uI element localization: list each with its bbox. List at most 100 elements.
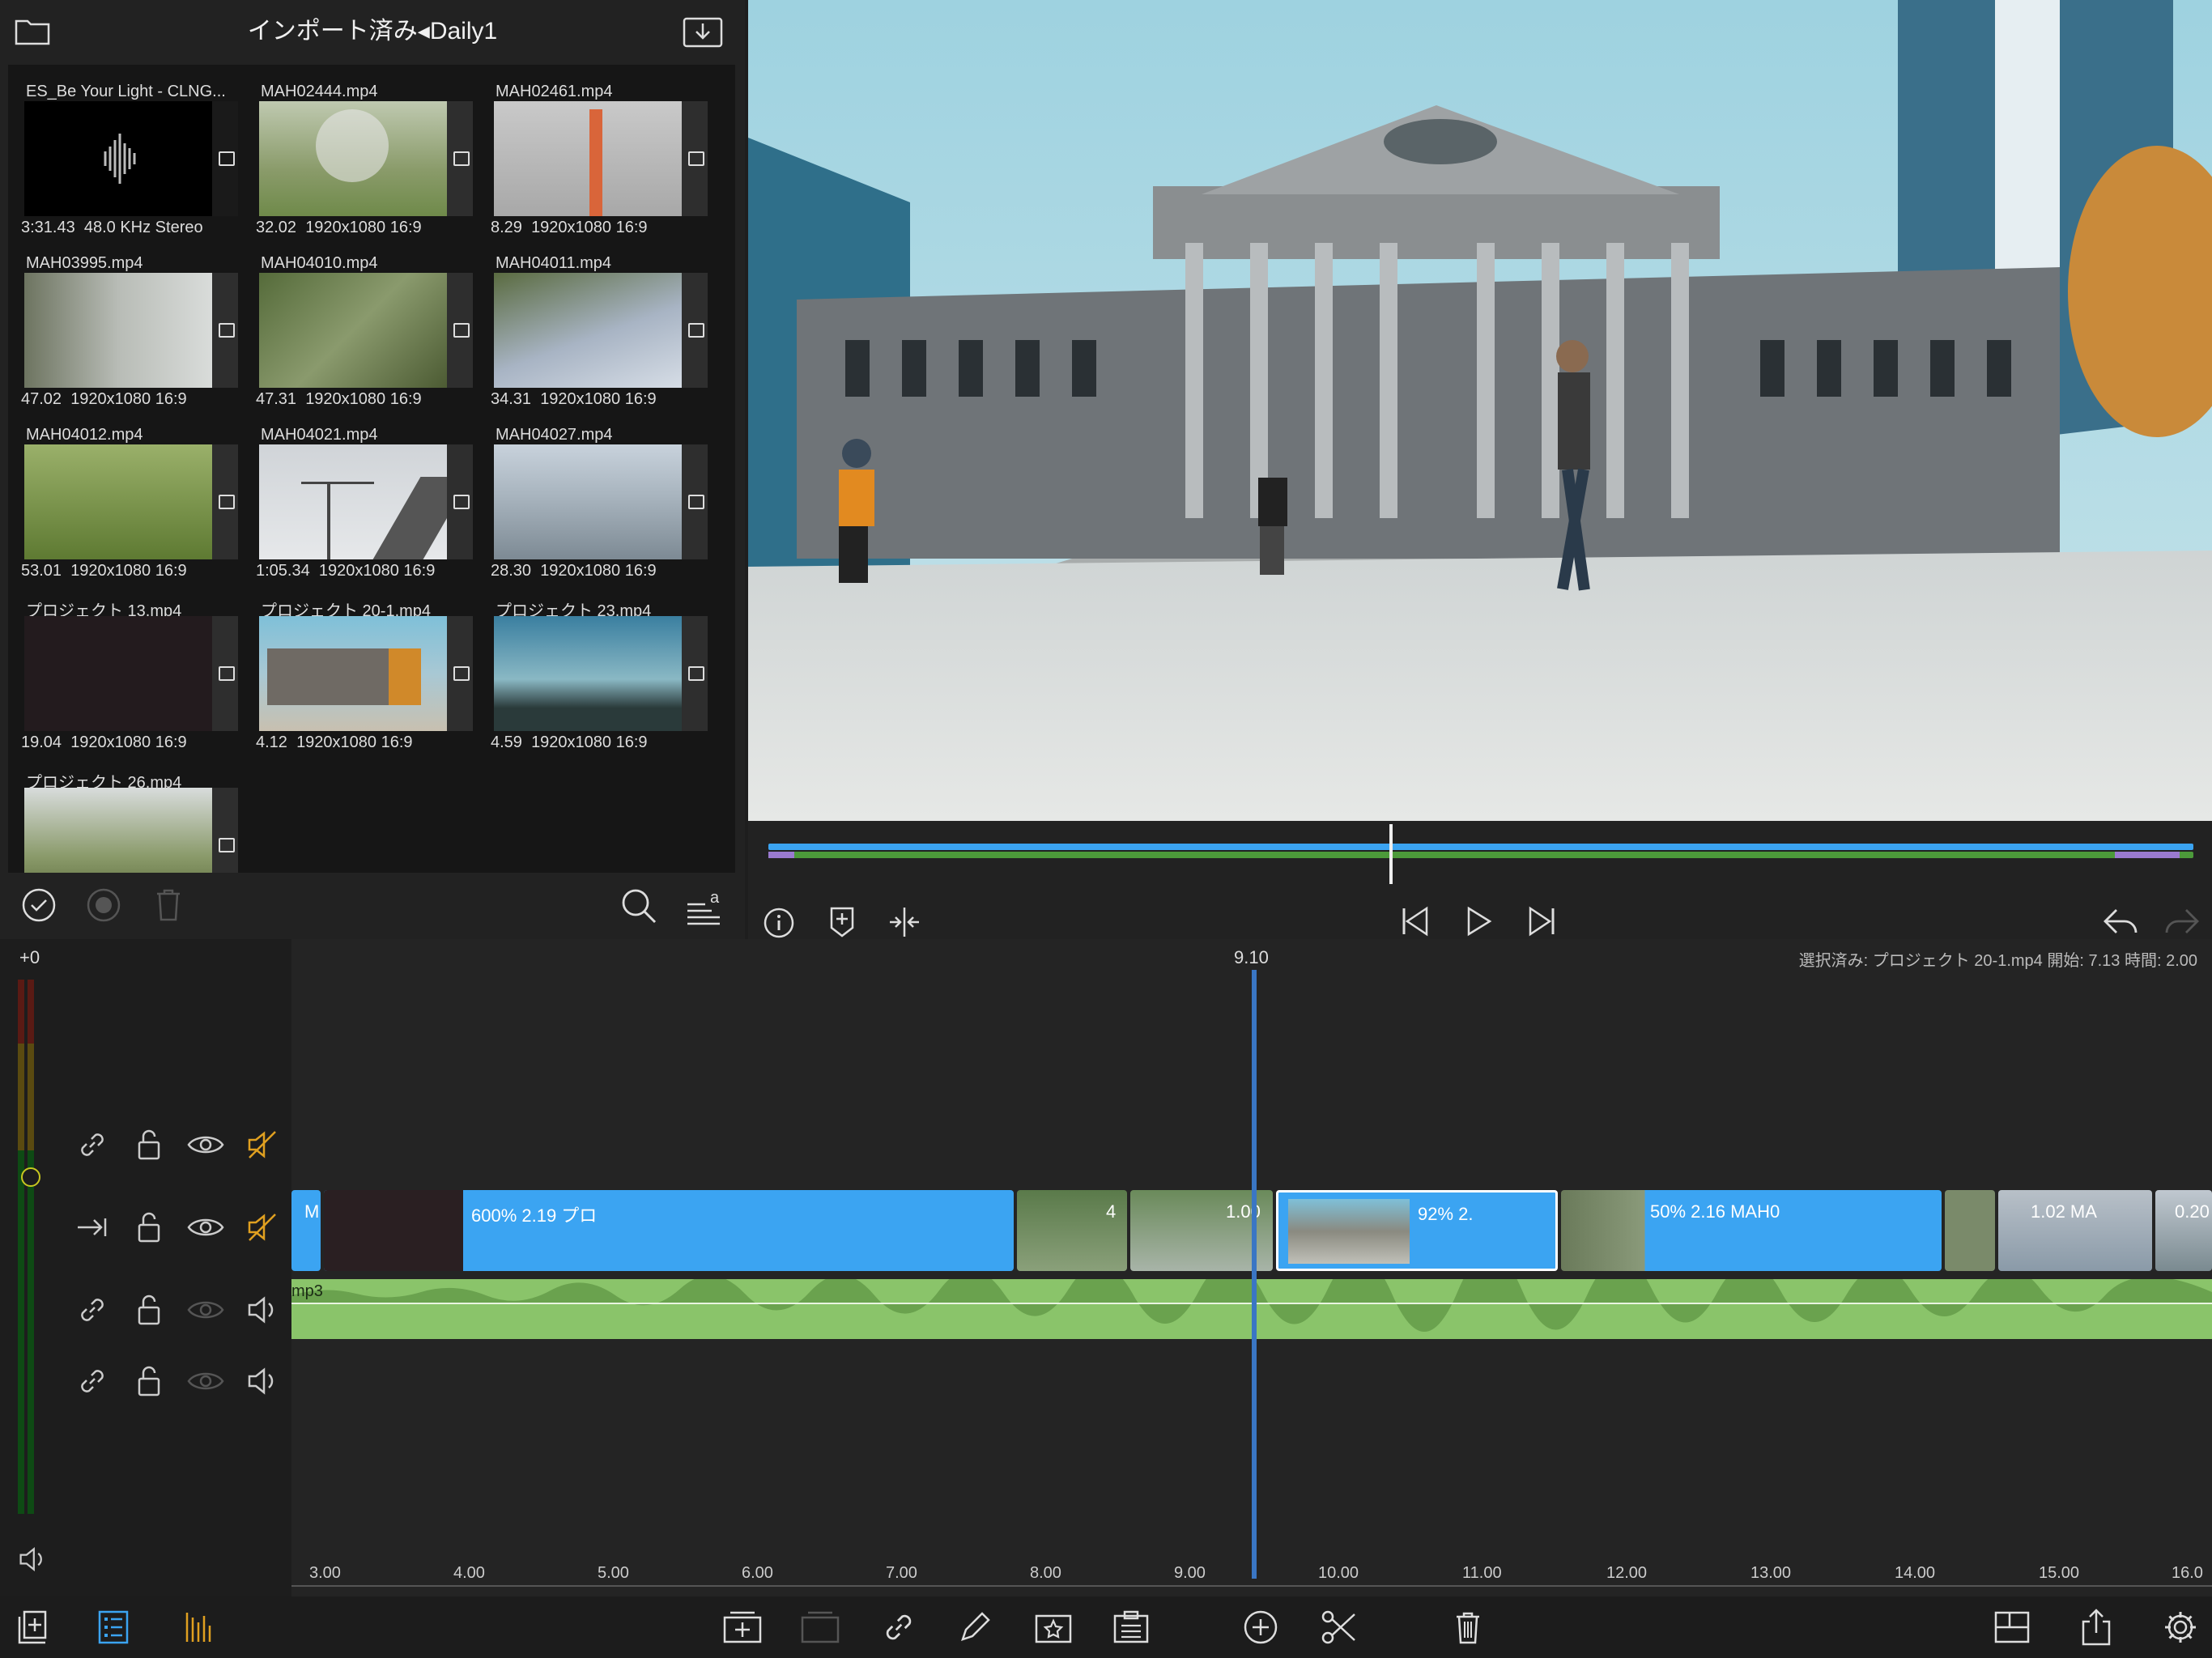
- scissors-icon[interactable]: [1317, 1606, 1360, 1648]
- replace-clip-icon[interactable]: [798, 1606, 842, 1648]
- clip-item[interactable]: MAH02444.mp4 32.02 1920x1080 16:9: [256, 65, 473, 236]
- clip-item[interactable]: MAH04012.mp4 53.01 1920x1080 16:9: [21, 408, 238, 580]
- clip-info: 1920x1080 16:9: [531, 733, 648, 751]
- share-icon[interactable]: [2074, 1606, 2118, 1648]
- clip-item[interactable]: プロジェクト 20-1.mp4 4.12 1920x1080 16:9: [256, 580, 473, 751]
- eye-icon[interactable]: [185, 1363, 227, 1399]
- skip-forward-icon[interactable]: [1522, 902, 1561, 941]
- track-route-icon[interactable]: [74, 1209, 110, 1245]
- ruler-tick: 8.00: [1030, 1564, 1061, 1582]
- link-icon[interactable]: [74, 1292, 110, 1328]
- clip-duration: 32.02: [256, 219, 297, 236]
- lock-open-icon[interactable]: [131, 1363, 167, 1399]
- add-to-project-icon[interactable]: [13, 1606, 52, 1648]
- clip-item[interactable]: MAH04027.mp4 28.30 1920x1080 16:9: [491, 408, 708, 580]
- timeline-playhead[interactable]: [1252, 970, 1257, 1579]
- meter-label: +0: [19, 947, 40, 967]
- clip-item[interactable]: MAH04011.mp4 34.31 1920x1080 16:9: [491, 236, 708, 408]
- eye-icon[interactable]: [185, 1292, 227, 1328]
- link-icon[interactable]: [74, 1363, 110, 1399]
- clip-item[interactable]: MAH02461.mp4 8.29 1920x1080 16:9: [491, 65, 708, 236]
- clip-item[interactable]: ES_Be Your Light - CLNG... 3:31.43 48.0 …: [21, 65, 238, 236]
- clip-item[interactable]: MAH04010.mp4 47.31 1920x1080 16:9: [256, 236, 473, 408]
- project-icon: [212, 788, 238, 873]
- speaker-icon[interactable]: [245, 1363, 280, 1399]
- timeline-tracks[interactable]: 選択済み: プロジェクト 20-1.mp4 開始: 7.13 時間: 2.00 …: [291, 939, 2212, 1596]
- trash-icon[interactable]: [151, 886, 186, 923]
- split-view-icon[interactable]: [886, 903, 923, 941]
- skip-back-icon[interactable]: [1396, 902, 1435, 941]
- select-check-icon[interactable]: [21, 887, 57, 923]
- clip-thumbnail: [24, 788, 212, 873]
- eye-icon[interactable]: [185, 1127, 227, 1163]
- project-icon: [212, 616, 238, 731]
- info-icon[interactable]: [761, 905, 797, 941]
- gear-icon[interactable]: [2159, 1606, 2202, 1648]
- undo-icon[interactable]: [2100, 902, 2141, 941]
- add-icon[interactable]: [1239, 1606, 1283, 1648]
- audio-meter-left: [18, 980, 24, 1514]
- search-icon[interactable]: [619, 886, 659, 926]
- clip-item[interactable]: MAH03995.mp4 47.02 1920x1080 16:9: [21, 236, 238, 408]
- clip-thumbnail: [259, 273, 447, 388]
- timeline-clip[interactable]: [1945, 1190, 1995, 1271]
- layout-icon[interactable]: [1990, 1606, 2034, 1648]
- clip-info: 1920x1080 16:9: [318, 562, 436, 580]
- import-icon[interactable]: [680, 13, 725, 50]
- timeline-clip[interactable]: 50% 2.16 MAH0: [1561, 1190, 1942, 1271]
- video-preview[interactable]: [748, 0, 2212, 821]
- lock-open-icon[interactable]: [131, 1209, 167, 1245]
- lock-open-icon[interactable]: [131, 1127, 167, 1163]
- clip-item[interactable]: プロジェクト 26.mp4: [21, 751, 238, 873]
- speaker-icon[interactable]: [245, 1292, 280, 1328]
- overview-playhead[interactable]: [1389, 824, 1393, 884]
- clip-grid: ES_Be Your Light - CLNG... 3:31.43 48.0 …: [8, 65, 735, 873]
- speaker-muted-icon[interactable]: [245, 1209, 280, 1245]
- track-list-icon[interactable]: [94, 1606, 133, 1648]
- master-volume-icon[interactable]: [15, 1541, 50, 1577]
- eye-icon[interactable]: [185, 1209, 227, 1245]
- clip-item[interactable]: プロジェクト 13.mp4 19.04 1920x1080 16:9: [21, 580, 238, 751]
- timeline-clip[interactable]: 600% 2.19 プロ: [324, 1190, 1014, 1271]
- timeline-clip[interactable]: 0.20: [2155, 1190, 2212, 1271]
- marker-add-icon[interactable]: [824, 903, 860, 941]
- ruler-tick: 12.00: [1606, 1564, 1648, 1582]
- clip-info: 1920x1080 16:9: [305, 390, 422, 408]
- redo-icon[interactable]: [2162, 902, 2202, 941]
- pencil-icon[interactable]: [954, 1606, 996, 1648]
- clip-name: MAH04021.mp4: [261, 426, 378, 444]
- play-icon[interactable]: [1459, 902, 1498, 941]
- audio-mixer-icon[interactable]: [180, 1606, 219, 1648]
- lock-open-icon[interactable]: [131, 1292, 167, 1328]
- clip-item[interactable]: MAH04021.mp4 1:05.34 1920x1080 16:9: [256, 408, 473, 580]
- record-icon[interactable]: [86, 887, 121, 923]
- speaker-muted-icon[interactable]: [245, 1127, 280, 1163]
- volume-slider-knob[interactable]: [21, 1167, 40, 1187]
- clip-duration: 47.02: [21, 390, 62, 408]
- sort-icon[interactable]: a: [683, 886, 724, 926]
- overview-video-strip[interactable]: [768, 844, 2193, 850]
- timeline-clip[interactable]: 4: [1017, 1190, 1127, 1271]
- clip-thumbnail: [494, 101, 682, 216]
- media-library-panel: インポート済み◂Daily1 ES_Be Your Light - CLNG..…: [0, 0, 745, 939]
- project-icon: [682, 616, 708, 731]
- timeline-clip[interactable]: 1.02 MA: [1998, 1190, 2152, 1271]
- link-icon[interactable]: [878, 1606, 920, 1648]
- timeline-clip[interactable]: M: [291, 1190, 321, 1271]
- clip-item[interactable]: プロジェクト 23.mp4 4.59 1920x1080 16:9: [491, 580, 708, 751]
- clip-info: 1920x1080 16:9: [305, 219, 422, 236]
- clipboard-icon[interactable]: [1109, 1606, 1153, 1648]
- app-root: インポート済み◂Daily1 ES_Be Your Light - CLNG..…: [0, 0, 2212, 1658]
- clip-name: MAH04010.mp4: [261, 254, 378, 272]
- library-title[interactable]: インポート済み◂Daily1: [0, 0, 745, 63]
- clip-label: 600% 2.19 プロ: [471, 1205, 598, 1226]
- timeline-clip-selected[interactable]: 92% 2.: [1276, 1190, 1558, 1271]
- overview-audio-strip[interactable]: [768, 852, 2193, 858]
- effects-icon[interactable]: [1032, 1606, 1075, 1648]
- link-icon[interactable]: [74, 1127, 110, 1163]
- insert-clip-icon[interactable]: [721, 1606, 764, 1648]
- ruler-line: [291, 1585, 2212, 1587]
- audio-track-label: mp3: [291, 1282, 323, 1300]
- trash-icon[interactable]: [1448, 1606, 1488, 1648]
- clip-duration: 34.31: [491, 390, 532, 408]
